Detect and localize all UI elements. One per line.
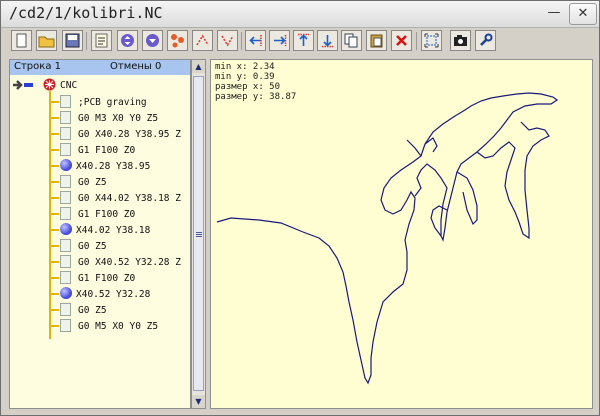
gcode-file-icon[interactable]: [91, 30, 112, 51]
document-icon: [60, 127, 71, 140]
document-icon: [60, 143, 71, 156]
document-icon: [60, 319, 71, 332]
document-icon: [60, 239, 71, 252]
tree-item[interactable]: ;PCB graving: [10, 95, 190, 111]
window-title: /cd2/1/kolibri.NC: [9, 4, 163, 22]
outline-wing-tips: [406, 137, 478, 237]
tree-item[interactable]: G0 Z5: [10, 239, 190, 255]
path-point-icon: [60, 287, 72, 299]
arrow-left-icon[interactable]: [245, 30, 266, 51]
settings-wrench-icon[interactable]: [475, 30, 496, 51]
document-icon: [60, 95, 71, 108]
tree-item[interactable]: G0 X40.28 Y38.95 Z: [10, 127, 190, 143]
scroll-thumb[interactable]: [193, 76, 204, 391]
tree-item[interactable]: G1 F100 Z0: [10, 143, 190, 159]
rotate-icon[interactable]: [142, 30, 163, 51]
toolbar-separator: [86, 32, 87, 50]
tree-item[interactable]: X40.52 Y32.28: [10, 287, 190, 303]
document-icon: [60, 111, 71, 124]
tree-item[interactable]: G0 X44.02 Y38.18 Z: [10, 191, 190, 207]
grip-line: [196, 232, 202, 233]
document-icon: [60, 175, 71, 188]
toolbar-separator: [416, 32, 417, 50]
toolbar-separator: [241, 32, 242, 50]
cnc-root-icon: [43, 78, 56, 91]
undo-label: Отмены 0: [110, 61, 162, 72]
tree-item[interactable]: G0 M5 X0 Y0 Z5: [10, 319, 190, 335]
code-tree-panel: Строка 1 Отмены 0 CNC ;PCB graving G0 M3…: [9, 59, 191, 409]
path-point-icon: [60, 159, 72, 171]
new-file-icon[interactable]: [11, 30, 32, 51]
path-point-icon: [60, 223, 72, 235]
shape-up-icon[interactable]: [192, 30, 213, 51]
grip-line: [196, 236, 202, 237]
outline-body: [216, 92, 559, 385]
open-folder-icon[interactable]: [36, 30, 57, 51]
document-icon: [60, 191, 71, 204]
document-icon: [60, 271, 71, 284]
toolbar: [1, 28, 599, 56]
tree-item[interactable]: X40.28 Y38.95: [10, 159, 190, 175]
scroll-down-button[interactable]: ▼: [192, 395, 205, 408]
tree-item[interactable]: G0 M3 X0 Y0 Z5: [10, 111, 190, 127]
shape-down-icon[interactable]: [217, 30, 238, 51]
tree-item[interactable]: G0 X40.52 Y32.28 Z: [10, 255, 190, 271]
select-frame-icon[interactable]: [421, 30, 442, 51]
tree-item[interactable]: G1 F100 Z0: [10, 207, 190, 223]
save-icon[interactable]: [62, 30, 83, 51]
app-window: /cd2/1/kolibri.NC — ✕ Строка 1 Отмены 0: [0, 0, 600, 416]
document-icon: [60, 303, 71, 316]
panel-header: Строка 1 Отмены 0: [10, 60, 190, 75]
hummingbird-toolpath: [216, 92, 559, 385]
title-bar: /cd2/1/kolibri.NC — ✕: [1, 1, 599, 28]
copy-icon[interactable]: [341, 30, 362, 51]
move-up-down-icon[interactable]: [117, 30, 138, 51]
camera-icon[interactable]: [450, 30, 471, 51]
delete-icon[interactable]: [391, 30, 412, 51]
vertical-scrollbar[interactable]: ▲ ▼: [191, 59, 206, 409]
row-label: Строка 1: [14, 61, 61, 72]
grip-line: [196, 234, 202, 235]
points-icon[interactable]: [167, 30, 188, 51]
scroll-up-button[interactable]: ▲: [192, 60, 205, 73]
arrow-pointer-icon: [13, 80, 33, 90]
arrow-down-icon[interactable]: [317, 30, 338, 51]
paste-icon[interactable]: [366, 30, 387, 51]
tree-item[interactable]: G1 F100 Z0: [10, 271, 190, 287]
document-icon: [60, 255, 71, 268]
arrow-up-icon[interactable]: [293, 30, 314, 51]
minimize-button[interactable]: —: [541, 3, 567, 23]
tree-item[interactable]: G0 Z5: [10, 175, 190, 191]
tree-item[interactable]: X44.02 Y38.18: [10, 223, 190, 239]
close-button[interactable]: ✕: [569, 3, 597, 25]
preview-canvas[interactable]: min x: 2.34 min y: 0.39 размер x: 50 раз…: [210, 59, 593, 409]
document-icon: [60, 207, 71, 220]
tree-item[interactable]: G0 Z5: [10, 303, 190, 319]
outline-head: [476, 121, 550, 240]
arrow-right-icon[interactable]: [269, 30, 290, 51]
tree-root-label[interactable]: CNC: [60, 80, 77, 91]
